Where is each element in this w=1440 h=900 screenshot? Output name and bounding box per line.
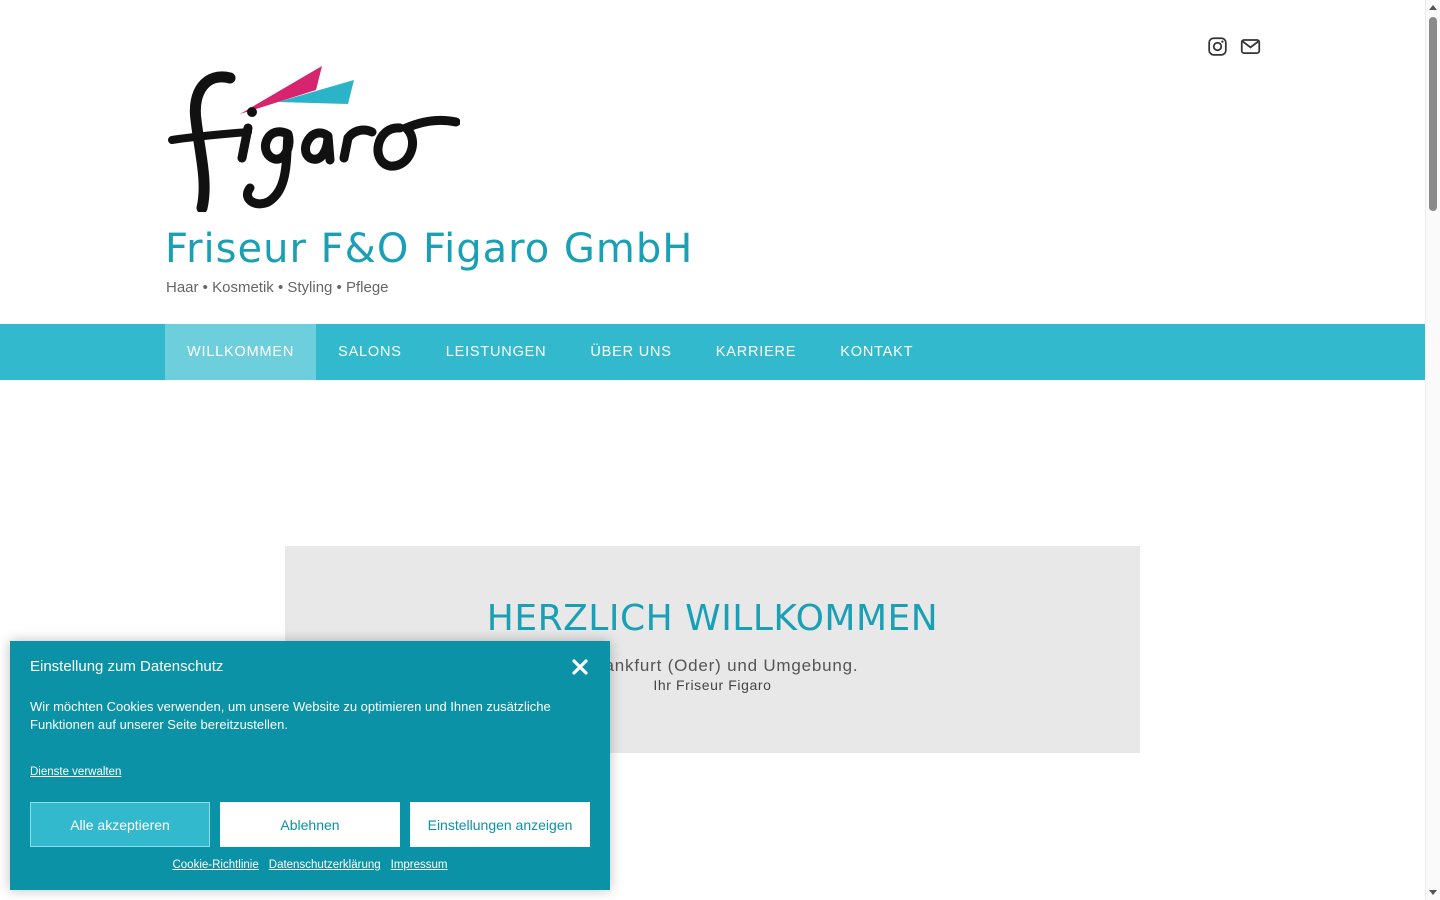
close-icon[interactable]	[570, 657, 590, 677]
nav-item-leistungen[interactable]: LEISTUNGEN	[424, 324, 569, 380]
welcome-heading: HERZLICH WILLKOMMEN	[486, 598, 939, 639]
main-navigation: WILLKOMMEN SALONS LEISTUNGEN ÜBER UNS KA…	[0, 324, 1425, 380]
privacy-policy-link[interactable]: Datenschutzerklärung	[269, 859, 381, 871]
cookie-footer-links: Cookie-Richtlinie Datenschutzerklärung I…	[10, 859, 610, 871]
page: Friseur F&O Figaro GmbH Haar • Kosmetik …	[0, 0, 1425, 900]
figaro-logo[interactable]	[168, 62, 460, 212]
cookie-message: Wir möchten Cookies verwenden, um unsere…	[30, 699, 551, 732]
cookie-title: Einstellung zum Datenschutz	[30, 658, 224, 675]
imprint-link[interactable]: Impressum	[391, 859, 448, 871]
show-settings-button[interactable]: Einstellungen anzeigen	[410, 802, 590, 847]
nav-list: WILLKOMMEN SALONS LEISTUNGEN ÜBER UNS KA…	[165, 324, 935, 380]
cookie-policy-link[interactable]: Cookie-Richtlinie	[172, 859, 258, 871]
site-tagline: Haar • Kosmetik • Styling • Pflege	[166, 279, 389, 296]
instagram-icon[interactable]	[1207, 36, 1228, 57]
manage-services-link[interactable]: Dienste verwalten	[30, 766, 121, 778]
scroll-up-arrow-icon[interactable]	[1429, 5, 1437, 10]
nav-item-kontakt[interactable]: KONTAKT	[818, 324, 935, 380]
header-social-icons	[1207, 36, 1261, 57]
nav-item-salons[interactable]: SALONS	[316, 324, 424, 380]
nav-item-karriere[interactable]: KARRIERE	[694, 324, 819, 380]
vertical-scrollbar[interactable]	[1425, 0, 1440, 900]
mail-icon[interactable]	[1240, 36, 1261, 57]
nav-item-ueber-uns[interactable]: ÜBER UNS	[568, 324, 693, 380]
cookie-consent-banner: Einstellung zum Datenschutz Wir möchten …	[10, 641, 610, 890]
cookie-buttons: Alle akzeptieren Ablehnen Einstellungen …	[30, 802, 590, 847]
site-title[interactable]: Friseur F&O Figaro GmbH	[165, 226, 693, 272]
accept-all-button[interactable]: Alle akzeptieren	[30, 802, 210, 847]
scroll-down-arrow-icon[interactable]	[1429, 890, 1437, 895]
scrollbar-thumb[interactable]	[1429, 17, 1437, 211]
nav-item-willkommen[interactable]: WILLKOMMEN	[165, 324, 317, 380]
deny-button[interactable]: Ablehnen	[220, 802, 400, 847]
